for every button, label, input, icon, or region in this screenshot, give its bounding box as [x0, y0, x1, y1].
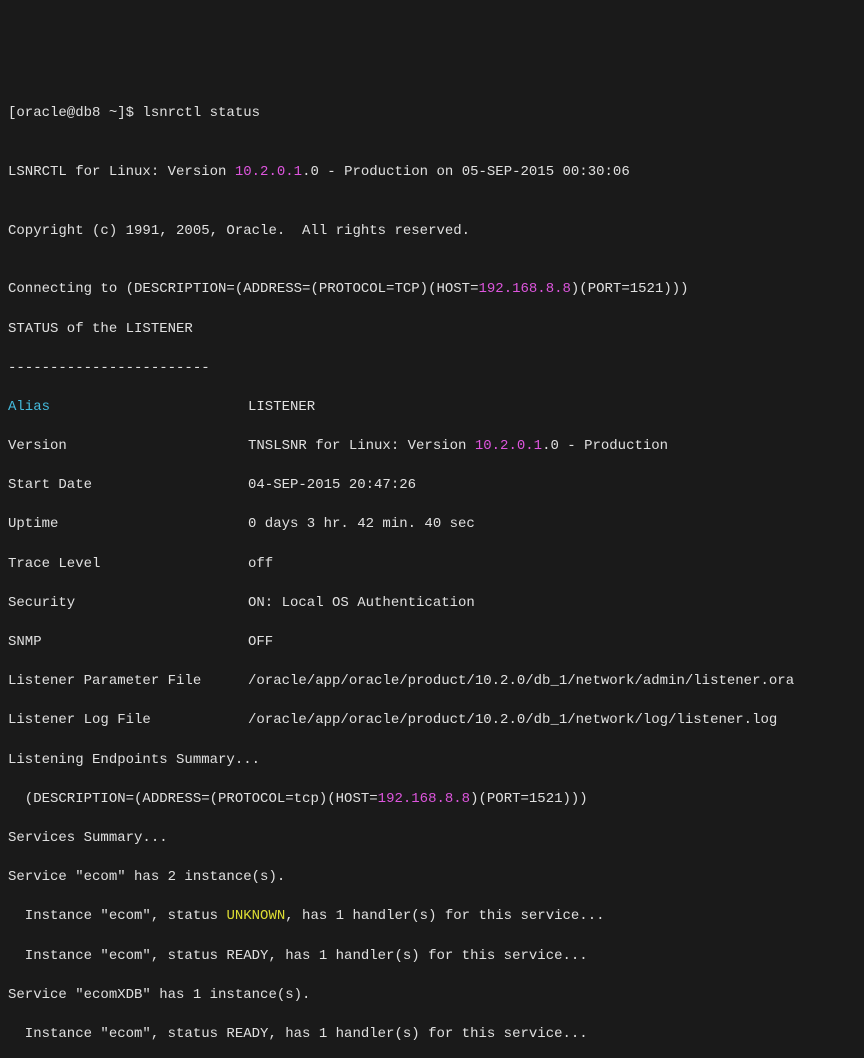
- param-file-value: /oracle/app/oracle/product/10.2.0/db_1/n…: [248, 673, 794, 689]
- trace-level-value: off: [248, 556, 273, 572]
- instance-line: Instance "ecom", status READY, has 1 han…: [8, 1025, 856, 1045]
- log-file-value: /oracle/app/oracle/product/10.2.0/db_1/n…: [248, 712, 777, 728]
- endpoints-title: Listening Endpoints Summary...: [8, 751, 856, 771]
- param-file-label: Listener Parameter File: [8, 672, 248, 692]
- host-ip: 192.168.8.8: [478, 281, 570, 297]
- info-trace-level: Trace Leveloff: [8, 555, 856, 575]
- header-line: LSNRCTL for Linux: Version 10.2.0.1.0 - …: [8, 163, 856, 183]
- endpoint-line: (DESCRIPTION=(ADDRESS=(PROTOCOL=tcp)(HOS…: [8, 790, 856, 810]
- alias-label: Alias: [8, 398, 248, 418]
- connecting-line: Connecting to (DESCRIPTION=(ADDRESS=(PRO…: [8, 280, 856, 300]
- info-snmp: SNMPOFF: [8, 633, 856, 653]
- status-title: STATUS of the LISTENER: [8, 320, 856, 340]
- tnslsnr-version: 10.2.0.1: [475, 438, 542, 454]
- snmp-label: SNMP: [8, 633, 248, 653]
- uptime-label: Uptime: [8, 515, 248, 535]
- alias-value: LISTENER: [248, 399, 315, 415]
- uptime-value: 0 days 3 hr. 42 min. 40 sec: [248, 516, 475, 532]
- service-ecom-header: Service "ecom" has 2 instance(s).: [8, 868, 856, 888]
- instance-line: Instance "ecom", status UNKNOWN, has 1 h…: [8, 907, 856, 927]
- start-date-label: Start Date: [8, 476, 248, 496]
- log-file-label: Listener Log File: [8, 711, 248, 731]
- version-label: Version: [8, 437, 248, 457]
- info-log-file: Listener Log File/oracle/app/oracle/prod…: [8, 711, 856, 731]
- terminal-output: [oracle@db8 ~]$ lsnrctl status LSNRCTL f…: [8, 84, 856, 1058]
- status-unknown: UNKNOWN: [226, 908, 285, 924]
- info-security: SecurityON: Local OS Authentication: [8, 594, 856, 614]
- info-version: VersionTNSLSNR for Linux: Version 10.2.0…: [8, 437, 856, 457]
- separator: ------------------------: [8, 359, 856, 379]
- snmp-value: OFF: [248, 634, 273, 650]
- services-title: Services Summary...: [8, 829, 856, 849]
- instance-line: Instance "ecom", status READY, has 1 han…: [8, 947, 856, 967]
- security-value: ON: Local OS Authentication: [248, 595, 475, 611]
- endpoint-host: 192.168.8.8: [378, 791, 470, 807]
- info-start-date: Start Date04-SEP-2015 20:47:26: [8, 476, 856, 496]
- trace-level-label: Trace Level: [8, 555, 248, 575]
- info-uptime: Uptime0 days 3 hr. 42 min. 40 sec: [8, 515, 856, 535]
- info-alias: AliasLISTENER: [8, 398, 856, 418]
- info-param-file: Listener Parameter File/oracle/app/oracl…: [8, 672, 856, 692]
- start-date-value: 04-SEP-2015 20:47:26: [248, 477, 416, 493]
- prompt-prefix: [oracle@db8 ~]$: [8, 105, 142, 121]
- copyright-line: Copyright (c) 1991, 2005, Oracle. All ri…: [8, 222, 856, 242]
- service-ecomxdb-header: Service "ecomXDB" has 1 instance(s).: [8, 986, 856, 1006]
- version-number: 10.2.0.1: [235, 164, 302, 180]
- security-label: Security: [8, 594, 248, 614]
- command-text: lsnrctl status: [142, 105, 260, 121]
- prompt-line[interactable]: [oracle@db8 ~]$ lsnrctl status: [8, 104, 856, 124]
